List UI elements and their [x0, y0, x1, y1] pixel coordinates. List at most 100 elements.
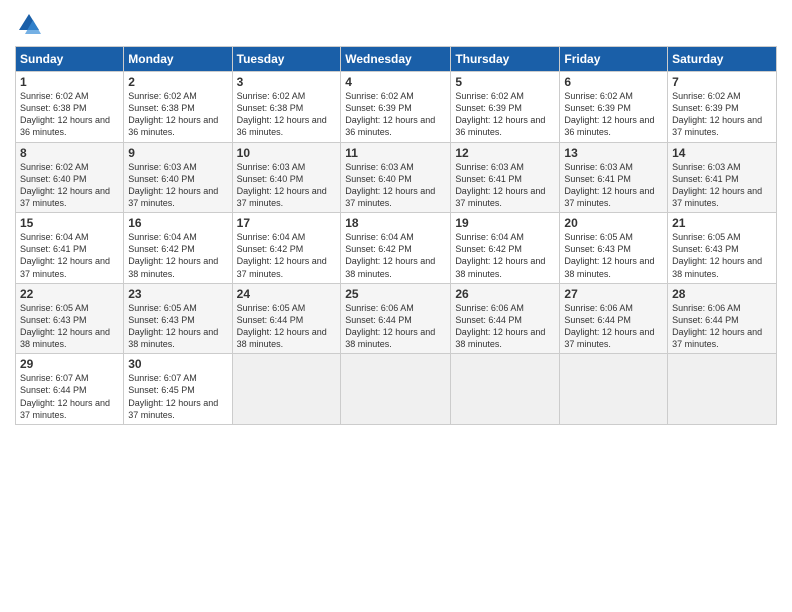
calendar-cell: 1 Sunrise: 6:02 AM Sunset: 6:38 PM Dayli… [16, 72, 124, 143]
day-info: Sunrise: 6:03 AM Sunset: 6:41 PM Dayligh… [672, 161, 772, 210]
day-header-tuesday: Tuesday [232, 47, 341, 72]
day-info: Sunrise: 6:07 AM Sunset: 6:45 PM Dayligh… [128, 372, 227, 421]
day-info: Sunrise: 6:06 AM Sunset: 6:44 PM Dayligh… [455, 302, 555, 351]
day-info: Sunrise: 6:02 AM Sunset: 6:39 PM Dayligh… [345, 90, 446, 139]
calendar-cell: 29 Sunrise: 6:07 AM Sunset: 6:44 PM Dayl… [16, 354, 124, 425]
day-number: 13 [564, 146, 663, 160]
header [15, 10, 777, 38]
day-number: 25 [345, 287, 446, 301]
calendar-cell: 25 Sunrise: 6:06 AM Sunset: 6:44 PM Dayl… [341, 283, 451, 354]
day-number: 16 [128, 216, 227, 230]
day-info: Sunrise: 6:06 AM Sunset: 6:44 PM Dayligh… [345, 302, 446, 351]
logo-icon [15, 10, 43, 38]
day-number: 1 [20, 75, 119, 89]
day-info: Sunrise: 6:02 AM Sunset: 6:39 PM Dayligh… [564, 90, 663, 139]
calendar-cell: 11 Sunrise: 6:03 AM Sunset: 6:40 PM Dayl… [341, 142, 451, 213]
day-info: Sunrise: 6:05 AM Sunset: 6:43 PM Dayligh… [672, 231, 772, 280]
day-header-wednesday: Wednesday [341, 47, 451, 72]
day-number: 28 [672, 287, 772, 301]
calendar-cell: 6 Sunrise: 6:02 AM Sunset: 6:39 PM Dayli… [560, 72, 668, 143]
day-number: 19 [455, 216, 555, 230]
day-info: Sunrise: 6:03 AM Sunset: 6:41 PM Dayligh… [564, 161, 663, 210]
day-number: 3 [237, 75, 337, 89]
calendar-cell: 22 Sunrise: 6:05 AM Sunset: 6:43 PM Dayl… [16, 283, 124, 354]
calendar-cell: 2 Sunrise: 6:02 AM Sunset: 6:38 PM Dayli… [124, 72, 232, 143]
day-info: Sunrise: 6:02 AM Sunset: 6:38 PM Dayligh… [237, 90, 337, 139]
calendar-cell: 3 Sunrise: 6:02 AM Sunset: 6:38 PM Dayli… [232, 72, 341, 143]
day-info: Sunrise: 6:05 AM Sunset: 6:43 PM Dayligh… [564, 231, 663, 280]
logo [15, 10, 47, 38]
calendar-cell: 8 Sunrise: 6:02 AM Sunset: 6:40 PM Dayli… [16, 142, 124, 213]
calendar-week-row-2: 8 Sunrise: 6:02 AM Sunset: 6:40 PM Dayli… [16, 142, 777, 213]
day-number: 7 [672, 75, 772, 89]
day-info: Sunrise: 6:03 AM Sunset: 6:41 PM Dayligh… [455, 161, 555, 210]
day-info: Sunrise: 6:04 AM Sunset: 6:42 PM Dayligh… [237, 231, 337, 280]
calendar-cell [451, 354, 560, 425]
day-info: Sunrise: 6:07 AM Sunset: 6:44 PM Dayligh… [20, 372, 119, 421]
calendar-cell: 10 Sunrise: 6:03 AM Sunset: 6:40 PM Dayl… [232, 142, 341, 213]
day-info: Sunrise: 6:04 AM Sunset: 6:42 PM Dayligh… [128, 231, 227, 280]
day-info: Sunrise: 6:05 AM Sunset: 6:44 PM Dayligh… [237, 302, 337, 351]
day-number: 30 [128, 357, 227, 371]
day-info: Sunrise: 6:04 AM Sunset: 6:41 PM Dayligh… [20, 231, 119, 280]
calendar-cell: 16 Sunrise: 6:04 AM Sunset: 6:42 PM Dayl… [124, 213, 232, 284]
day-number: 17 [237, 216, 337, 230]
day-number: 12 [455, 146, 555, 160]
calendar-cell [232, 354, 341, 425]
day-info: Sunrise: 6:04 AM Sunset: 6:42 PM Dayligh… [345, 231, 446, 280]
calendar-cell: 5 Sunrise: 6:02 AM Sunset: 6:39 PM Dayli… [451, 72, 560, 143]
day-number: 8 [20, 146, 119, 160]
day-info: Sunrise: 6:02 AM Sunset: 6:40 PM Dayligh… [20, 161, 119, 210]
day-number: 18 [345, 216, 446, 230]
day-number: 2 [128, 75, 227, 89]
day-header-thursday: Thursday [451, 47, 560, 72]
calendar-cell: 14 Sunrise: 6:03 AM Sunset: 6:41 PM Dayl… [668, 142, 777, 213]
calendar-cell [560, 354, 668, 425]
day-number: 23 [128, 287, 227, 301]
calendar-cell: 21 Sunrise: 6:05 AM Sunset: 6:43 PM Dayl… [668, 213, 777, 284]
page: SundayMondayTuesdayWednesdayThursdayFrid… [0, 0, 792, 612]
day-info: Sunrise: 6:02 AM Sunset: 6:38 PM Dayligh… [128, 90, 227, 139]
calendar-cell: 13 Sunrise: 6:03 AM Sunset: 6:41 PM Dayl… [560, 142, 668, 213]
calendar-cell: 19 Sunrise: 6:04 AM Sunset: 6:42 PM Dayl… [451, 213, 560, 284]
day-info: Sunrise: 6:05 AM Sunset: 6:43 PM Dayligh… [128, 302, 227, 351]
calendar-cell: 28 Sunrise: 6:06 AM Sunset: 6:44 PM Dayl… [668, 283, 777, 354]
day-header-friday: Friday [560, 47, 668, 72]
calendar-header-row: SundayMondayTuesdayWednesdayThursdayFrid… [16, 47, 777, 72]
calendar-cell: 26 Sunrise: 6:06 AM Sunset: 6:44 PM Dayl… [451, 283, 560, 354]
calendar-week-row-3: 15 Sunrise: 6:04 AM Sunset: 6:41 PM Dayl… [16, 213, 777, 284]
day-number: 5 [455, 75, 555, 89]
calendar-week-row-1: 1 Sunrise: 6:02 AM Sunset: 6:38 PM Dayli… [16, 72, 777, 143]
day-number: 24 [237, 287, 337, 301]
day-number: 9 [128, 146, 227, 160]
day-number: 10 [237, 146, 337, 160]
day-info: Sunrise: 6:04 AM Sunset: 6:42 PM Dayligh… [455, 231, 555, 280]
day-header-saturday: Saturday [668, 47, 777, 72]
calendar-cell: 17 Sunrise: 6:04 AM Sunset: 6:42 PM Dayl… [232, 213, 341, 284]
calendar-week-row-5: 29 Sunrise: 6:07 AM Sunset: 6:44 PM Dayl… [16, 354, 777, 425]
calendar-cell: 23 Sunrise: 6:05 AM Sunset: 6:43 PM Dayl… [124, 283, 232, 354]
calendar-cell: 24 Sunrise: 6:05 AM Sunset: 6:44 PM Dayl… [232, 283, 341, 354]
day-number: 29 [20, 357, 119, 371]
day-number: 26 [455, 287, 555, 301]
day-number: 22 [20, 287, 119, 301]
calendar-table: SundayMondayTuesdayWednesdayThursdayFrid… [15, 46, 777, 425]
day-info: Sunrise: 6:03 AM Sunset: 6:40 PM Dayligh… [128, 161, 227, 210]
day-info: Sunrise: 6:02 AM Sunset: 6:39 PM Dayligh… [672, 90, 772, 139]
day-number: 15 [20, 216, 119, 230]
day-number: 27 [564, 287, 663, 301]
day-info: Sunrise: 6:05 AM Sunset: 6:43 PM Dayligh… [20, 302, 119, 351]
day-header-sunday: Sunday [16, 47, 124, 72]
calendar-cell: 9 Sunrise: 6:03 AM Sunset: 6:40 PM Dayli… [124, 142, 232, 213]
day-number: 14 [672, 146, 772, 160]
day-info: Sunrise: 6:02 AM Sunset: 6:38 PM Dayligh… [20, 90, 119, 139]
day-info: Sunrise: 6:03 AM Sunset: 6:40 PM Dayligh… [237, 161, 337, 210]
day-info: Sunrise: 6:06 AM Sunset: 6:44 PM Dayligh… [564, 302, 663, 351]
day-info: Sunrise: 6:06 AM Sunset: 6:44 PM Dayligh… [672, 302, 772, 351]
calendar-cell: 30 Sunrise: 6:07 AM Sunset: 6:45 PM Dayl… [124, 354, 232, 425]
day-info: Sunrise: 6:02 AM Sunset: 6:39 PM Dayligh… [455, 90, 555, 139]
day-number: 20 [564, 216, 663, 230]
day-info: Sunrise: 6:03 AM Sunset: 6:40 PM Dayligh… [345, 161, 446, 210]
day-header-monday: Monday [124, 47, 232, 72]
calendar-cell: 7 Sunrise: 6:02 AM Sunset: 6:39 PM Dayli… [668, 72, 777, 143]
